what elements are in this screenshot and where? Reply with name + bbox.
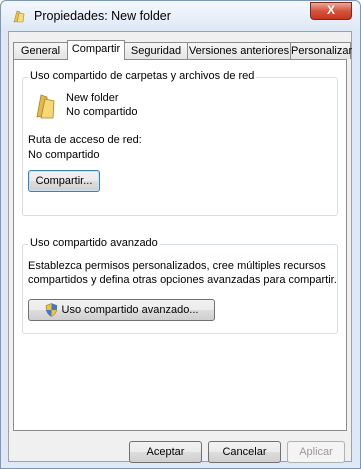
properties-window: Propiedades: New folder X General Compar… bbox=[0, 0, 361, 469]
advanced-sharing-group: Uso compartido avanzado Establezca permi… bbox=[22, 237, 338, 334]
tab-versiones-anteriores[interactable]: Versiones anteriores bbox=[187, 42, 291, 59]
network-path-value: No compartido bbox=[28, 149, 100, 161]
tab-compartir[interactable]: Compartir bbox=[67, 40, 125, 60]
tab-seguridad[interactable]: Seguridad bbox=[124, 42, 188, 59]
tab-general[interactable]: General bbox=[13, 42, 68, 59]
network-path-label: Ruta de acceso de red: bbox=[28, 134, 142, 146]
folder-name: New folder bbox=[66, 92, 119, 104]
apply-button[interactable]: Aplicar bbox=[287, 441, 345, 463]
advanced-sharing-button[interactable]: Uso compartido avanzado... bbox=[28, 299, 215, 321]
group-label: Uso compartido de carpetas y archivos de… bbox=[28, 70, 257, 82]
folder-icon bbox=[13, 10, 25, 23]
tab-panel-compartir: Uso compartido de carpetas y archivos de… bbox=[13, 59, 347, 431]
network-sharing-group: Uso compartido de carpetas y archivos de… bbox=[22, 70, 338, 216]
share-button[interactable]: Compartir... bbox=[28, 170, 100, 192]
dialog-client: General Compartir Seguridad Versiones an… bbox=[8, 31, 353, 463]
advanced-description-line1: Establezca permisos personalizados, cree… bbox=[28, 260, 326, 272]
uac-shield-icon bbox=[45, 303, 57, 317]
folder-icon bbox=[36, 94, 55, 119]
group-label: Uso compartido avanzado bbox=[28, 237, 160, 249]
title-bar[interactable]: Propiedades: New folder X bbox=[1, 1, 360, 31]
advanced-sharing-button-label: Uso compartido avanzado... bbox=[61, 304, 199, 316]
tab-personalizar[interactable]: Personalizar bbox=[290, 42, 352, 59]
window-title: Propiedades: New folder bbox=[34, 9, 171, 23]
folder-share-status: No compartido bbox=[66, 106, 138, 118]
close-icon: X bbox=[326, 3, 335, 17]
cancel-button[interactable]: Cancelar bbox=[208, 441, 281, 463]
ok-button[interactable]: Aceptar bbox=[129, 441, 202, 463]
advanced-description-line2: compartidos y defina otras opciones avan… bbox=[28, 274, 337, 286]
tab-strip: General Compartir Seguridad Versiones an… bbox=[9, 40, 353, 60]
close-button[interactable]: X bbox=[310, 2, 352, 20]
